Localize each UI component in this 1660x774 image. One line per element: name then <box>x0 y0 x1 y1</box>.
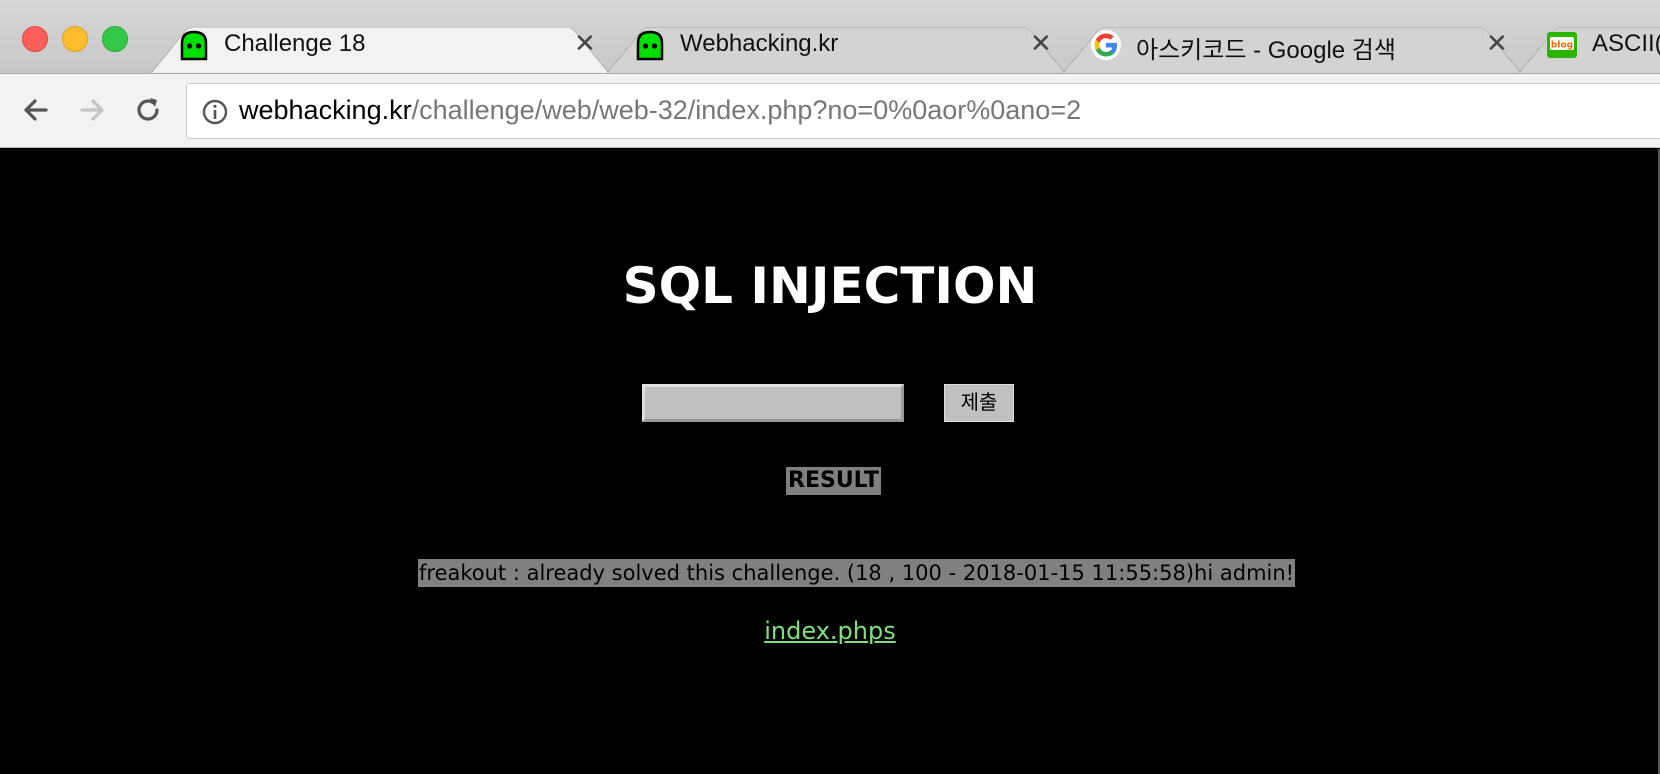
tab-title: ASCII( <box>1592 30 1660 57</box>
tab-title: Challenge 18 <box>224 30 366 57</box>
google-g-icon <box>1091 30 1121 60</box>
forward-arrow-icon[interactable] <box>74 92 110 128</box>
tab-title: Webhacking.kr <box>680 30 839 57</box>
tab-webhacking[interactable]: Webhacking.kr ✕ <box>606 16 1066 73</box>
page-heading: SQL INJECTION <box>622 257 1038 315</box>
tab-close-icon[interactable]: ✕ <box>1486 30 1508 56</box>
reload-icon[interactable] <box>130 92 166 128</box>
source-link-container: index.phps <box>0 617 1660 645</box>
window-zoom-button[interactable] <box>102 26 128 52</box>
svg-text:blog: blog <box>1551 41 1573 51</box>
tab-close-icon[interactable]: ✕ <box>574 30 596 56</box>
webhacking-ghost-icon <box>180 30 208 61</box>
query-input[interactable] <box>642 384 904 422</box>
window-minimize-button[interactable] <box>62 26 88 52</box>
blog-icon: blog <box>1547 32 1577 58</box>
tab-google-search[interactable]: 아스키코드 - Google 검색 ✕ <box>1062 16 1522 73</box>
tab-title: 아스키코드 - Google 검색 <box>1136 37 1396 64</box>
url-path: /challenge/web/web-32/index.php?no=0%0ao… <box>411 95 1082 125</box>
result-text: freakout : already solved this challenge… <box>418 559 1296 587</box>
url-host: webhacking.kr <box>239 95 412 125</box>
address-bar[interactable]: webhacking.kr/challenge/web/web-32/index… <box>186 83 1660 139</box>
tab-challenge-18[interactable]: Challenge 18 ✕ <box>150 16 610 73</box>
back-arrow-icon[interactable] <box>18 92 54 128</box>
source-link[interactable]: index.phps <box>764 617 895 645</box>
result-label: RESULT <box>786 467 882 495</box>
tab-ascii-blog[interactable]: blog ASCII( <box>1518 16 1660 73</box>
submit-button[interactable]: 제출 <box>944 384 1014 422</box>
url-text: webhacking.kr/challenge/web/web-32/index… <box>239 95 1081 126</box>
page-content: SQL INJECTION 제출 RESULT freakout : alrea… <box>0 149 1660 774</box>
webhacking-ghost-icon <box>636 30 664 61</box>
tab-strip: Challenge 18 ✕ Webhacking.kr ✕ 아스키코드 - G… <box>0 0 1660 74</box>
site-info-icon[interactable] <box>201 98 229 126</box>
browser-toolbar: webhacking.kr/challenge/web/web-32/index… <box>0 74 1660 148</box>
tab-close-icon[interactable]: ✕ <box>1030 30 1052 56</box>
window-close-button[interactable] <box>22 26 48 52</box>
